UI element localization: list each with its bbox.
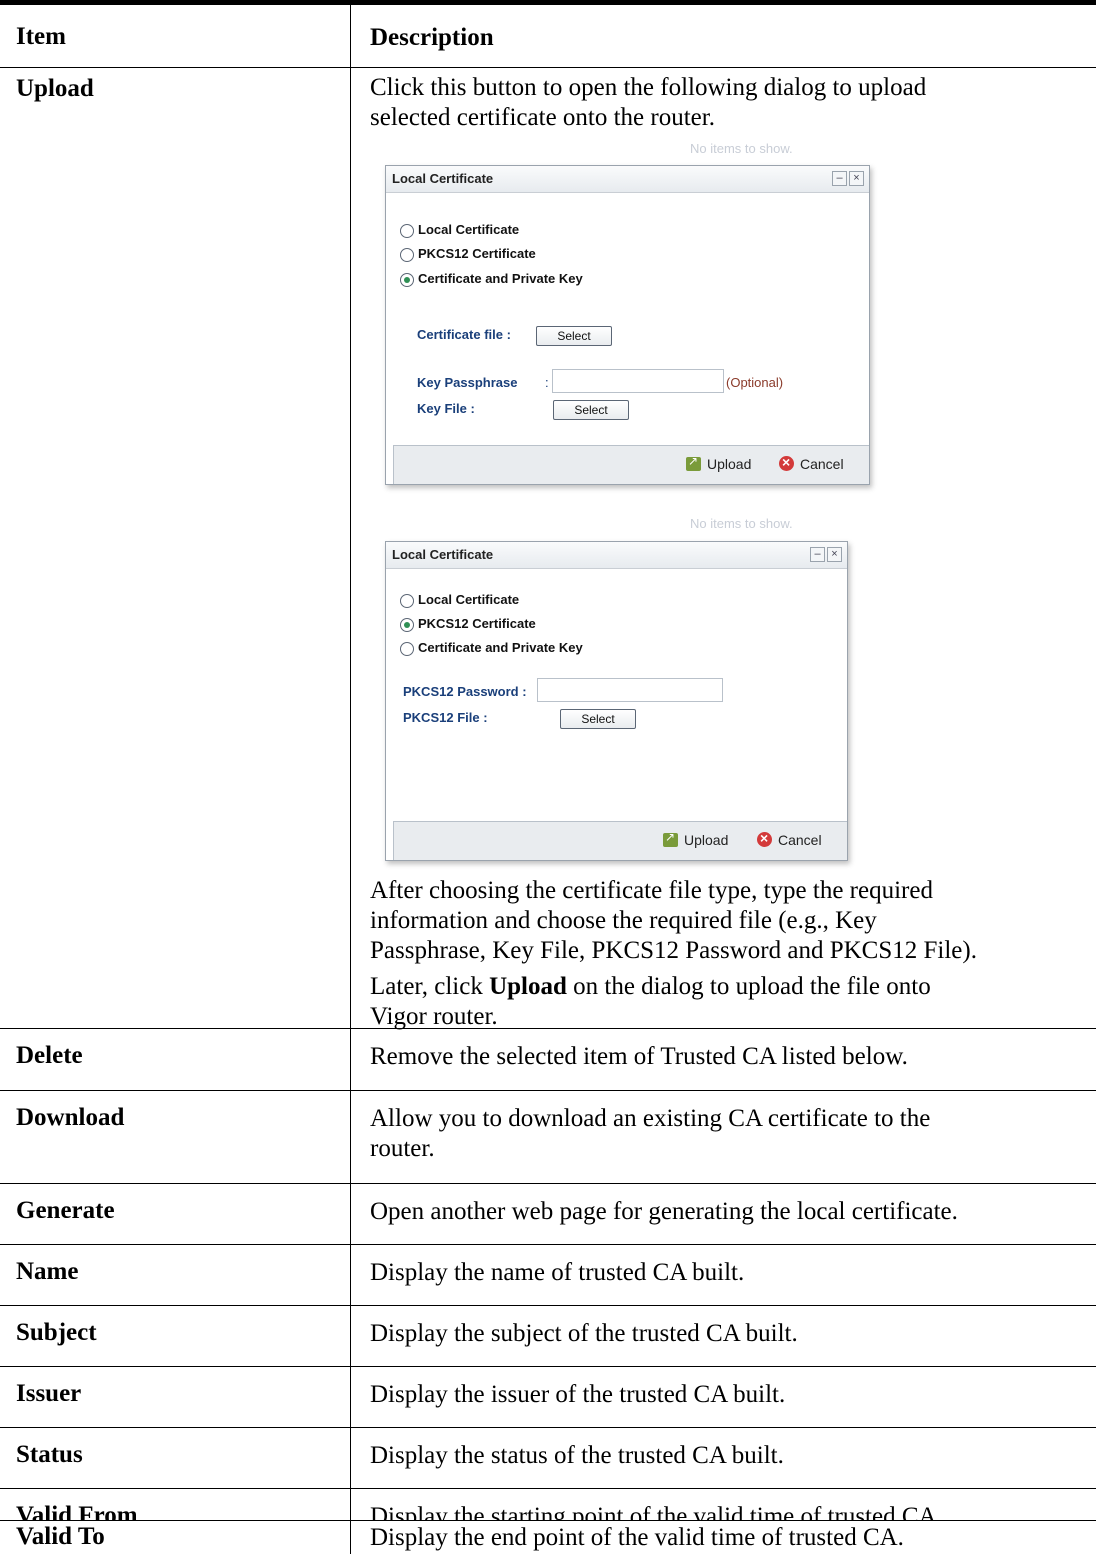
- upload-later-line: Later, click Upload on the dialog to upl…: [370, 973, 931, 1000]
- row-item: Delete: [16, 1042, 83, 1069]
- dialog2-titlebar: Local Certificate – ×: [386, 542, 847, 569]
- close-icon[interactable]: ×: [827, 547, 842, 562]
- radio-cert-private-key[interactable]: Certificate and Private Key: [400, 640, 583, 658]
- key-passphrase-label: Key Passphrase: [417, 375, 518, 390]
- dialog2-ghost-text: No items to show.: [690, 516, 793, 531]
- key-file-select-button[interactable]: Select: [553, 400, 629, 420]
- row-desc: Display the subject of the trusted CA bu…: [370, 1320, 798, 1347]
- row-item: Name: [16, 1258, 79, 1285]
- upload-button[interactable]: Upload: [686, 454, 751, 472]
- close-icon[interactable]: ×: [849, 171, 864, 186]
- dialog2-title: Local Certificate: [392, 547, 494, 562]
- dialog2-footer: Upload Cancel: [393, 821, 847, 860]
- table-row-name: Name Display the name of trusted CA buil…: [0, 1244, 1096, 1306]
- pkcs12-file-label: PKCS12 File :: [403, 710, 488, 725]
- dialog-pkcs12-certificate: Local Certificate – × Local Certificate …: [385, 541, 848, 861]
- key-passphrase-input[interactable]: [552, 369, 724, 393]
- radio-pkcs12-certificate[interactable]: PKCS12 Certificate: [400, 246, 536, 264]
- radio-selected-icon[interactable]: [400, 618, 414, 632]
- row-desc: Display the status of the trusted CA bui…: [370, 1442, 784, 1469]
- row-desc: Remove the selected item of Trusted CA l…: [370, 1043, 908, 1070]
- minimize-icon[interactable]: –: [832, 171, 847, 186]
- dialog1-footer: Upload Cancel: [393, 445, 869, 484]
- upload-after-line2: information and choose the required file…: [370, 907, 877, 934]
- table-row-subject: Subject Display the subject of the trust…: [0, 1305, 1096, 1367]
- table-row-issuer: Issuer Display the issuer of the trusted…: [0, 1366, 1096, 1428]
- radio-icon[interactable]: [400, 248, 414, 262]
- upload-desc-after: After choosing the certificate file type…: [370, 876, 1085, 1032]
- upload-desc-intro: Click this button to open the following …: [370, 73, 1085, 133]
- radio-local-certificate[interactable]: Local Certificate: [400, 592, 519, 610]
- row-item: Download: [16, 1104, 125, 1131]
- row-item-upload: Upload: [16, 75, 94, 102]
- radio-pkcs12-certificate[interactable]: PKCS12 Certificate: [400, 616, 536, 634]
- upload-after-line1: After choosing the certificate file type…: [370, 877, 933, 904]
- pkcs12-password-input[interactable]: [537, 678, 723, 702]
- header-item: Item: [16, 23, 66, 50]
- row-item: Issuer: [16, 1380, 82, 1407]
- minimize-icon[interactable]: –: [810, 547, 825, 562]
- optional-hint: (Optional): [726, 375, 784, 390]
- radio-cert-private-key[interactable]: Certificate and Private Key: [400, 271, 583, 289]
- upload-icon: [663, 830, 678, 847]
- dialog1-titlebar: Local Certificate – ×: [386, 166, 869, 193]
- dialog-certificate-private-key: Local Certificate – × Local Certificate …: [385, 165, 870, 485]
- radio-local-certificate[interactable]: Local Certificate: [400, 222, 519, 240]
- table-row-upload: Upload Click this button to open the fol…: [0, 67, 1096, 1032]
- radio-icon[interactable]: [400, 642, 414, 656]
- certificate-select-button[interactable]: Select: [536, 326, 612, 346]
- table-row-delete: Delete Remove the selected item of Trust…: [0, 1028, 1096, 1091]
- row-desc: Display the issuer of the trusted CA bui…: [370, 1381, 786, 1408]
- row-desc: Open another web page for generating the…: [370, 1198, 958, 1225]
- row-desc: Allow you to download an existing CA cer…: [370, 1105, 931, 1162]
- key-passphrase-colon: :: [545, 375, 549, 390]
- row-item: Status: [16, 1441, 83, 1468]
- table-row-valid-to: Valid To Display the end point of the va…: [0, 1520, 1096, 1554]
- pkcs12-file-select-button[interactable]: Select: [560, 709, 636, 729]
- row-desc: Display the end point of the valid time …: [370, 1524, 904, 1551]
- certificate-file-label: Certificate file :: [417, 327, 511, 342]
- table-row-download: Download Allow you to download an existi…: [0, 1090, 1096, 1184]
- row-desc: Display the name of trusted CA built.: [370, 1259, 745, 1286]
- cancel-icon: [779, 454, 794, 471]
- upload-desc-line1: Click this button to open the following …: [370, 74, 927, 101]
- dialog1-title: Local Certificate: [392, 171, 494, 186]
- table-row-status: Status Display the status of the trusted…: [0, 1427, 1096, 1489]
- row-item: Subject: [16, 1319, 97, 1346]
- header-description: Description: [370, 24, 494, 51]
- table-row-generate: Generate Open another web page for gener…: [0, 1183, 1096, 1245]
- row-item: Generate: [16, 1197, 115, 1224]
- key-file-label: Key File :: [417, 401, 475, 416]
- upload-icon: [686, 454, 701, 471]
- upload-button[interactable]: Upload: [663, 830, 728, 848]
- upload-after-line3: Passphrase, Key File, PKCS12 Password an…: [370, 937, 977, 964]
- upload-desc-line2: selected certificate onto the router.: [370, 104, 715, 131]
- cancel-button[interactable]: Cancel: [757, 830, 822, 848]
- column-divider: [350, 1521, 351, 1554]
- radio-icon[interactable]: [400, 594, 414, 608]
- cancel-button[interactable]: Cancel: [779, 454, 844, 472]
- pkcs12-password-label: PKCS12 Password :: [403, 684, 527, 699]
- table-header-row: Item Description: [0, 5, 1096, 68]
- cancel-icon: [757, 830, 772, 847]
- dialog1-ghost-text: No items to show.: [690, 141, 793, 156]
- radio-icon[interactable]: [400, 224, 414, 238]
- row-item: Valid To: [16, 1523, 105, 1550]
- radio-selected-icon[interactable]: [400, 273, 414, 287]
